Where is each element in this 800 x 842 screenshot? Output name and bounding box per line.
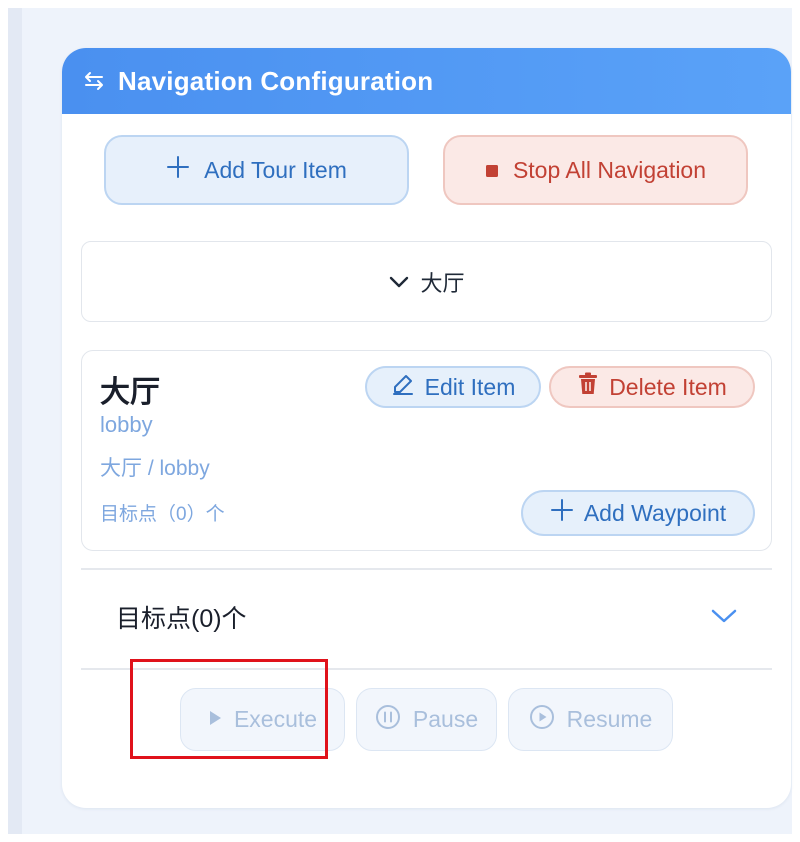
plus-icon (550, 498, 574, 528)
execute-label: Execute (233, 706, 318, 732)
pause-label: Pause (412, 706, 479, 732)
stop-all-navigation-button[interactable]: Stop All Navigation (443, 135, 748, 205)
waypoints-collapse-header[interactable]: 目标点(0)个 (81, 570, 772, 668)
resume-button[interactable]: Resume (508, 688, 673, 751)
play-icon (208, 706, 222, 733)
navigation-config-card: Navigation Configuration Add Tour Item S… (62, 48, 791, 808)
divider (81, 668, 772, 670)
tour-item-collapse-header[interactable]: 大厅 (81, 241, 772, 322)
chevron-down-icon (388, 269, 410, 295)
item-title: 大厅 (100, 376, 160, 409)
item-waypoint-count: 目标点（0）个 (100, 504, 225, 525)
item-subtitle: lobby (100, 412, 153, 437)
chevron-down-icon (710, 604, 738, 628)
card-title: Navigation Configuration (118, 65, 434, 96)
swap-arrows-icon (82, 69, 106, 93)
stop-square-icon (485, 157, 499, 184)
tour-item-card: 大厅 lobby 大厅 / lobby 目标点（0）个 Edit Item De… (81, 350, 772, 551)
trash-icon (577, 372, 599, 402)
delete-item-label: Delete Item (609, 373, 727, 400)
pause-circle-icon (375, 704, 401, 736)
stop-all-navigation-label: Stop All Navigation (512, 156, 707, 183)
item-path: 大厅 / lobby (100, 457, 210, 480)
delete-item-button[interactable]: Delete Item (549, 366, 755, 408)
pause-button[interactable]: Pause (356, 688, 497, 751)
resume-label: Resume (566, 706, 653, 732)
edit-item-button[interactable]: Edit Item (365, 366, 541, 408)
play-circle-icon (529, 704, 555, 736)
plus-icon (166, 155, 190, 185)
pencil-icon (391, 372, 415, 402)
card-header: Navigation Configuration (62, 48, 791, 114)
add-waypoint-button[interactable]: Add Waypoint (521, 490, 755, 536)
waypoints-label: 目标点(0)个 (116, 605, 247, 633)
execute-button[interactable]: Execute (180, 688, 345, 751)
add-tour-item-button[interactable]: Add Tour Item (104, 135, 409, 205)
top-toolbar: Add Tour Item Stop All Navigation (62, 135, 791, 205)
page-background: Navigation Configuration Add Tour Item S… (8, 8, 792, 834)
add-waypoint-label: Add Waypoint (583, 499, 727, 526)
edit-item-label: Edit Item (424, 373, 516, 400)
collapse-label: 大厅 (420, 270, 465, 296)
add-tour-item-label: Add Tour Item (204, 156, 347, 183)
